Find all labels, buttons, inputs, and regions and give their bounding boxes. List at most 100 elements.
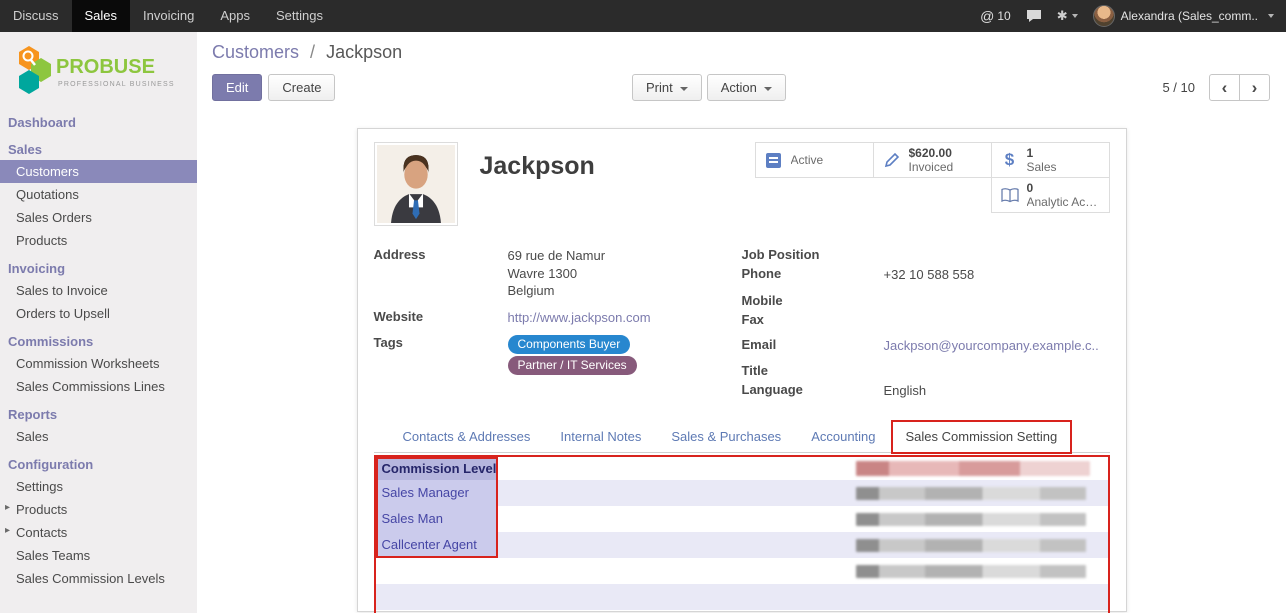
user-menu[interactable]: Alexandra (Sales_comm.. <box>1093 5 1274 27</box>
control-panel-buttons: Edit Create Print Action 5 / 10 ‹ › <box>212 74 1276 103</box>
email-link[interactable]: Jackpson@yourcompany.example.c.. <box>884 338 1099 353</box>
book-icon <box>998 188 1022 203</box>
messages-icon[interactable] <box>1026 9 1042 23</box>
stat-text: 1 Sales <box>1027 146 1057 175</box>
commission-level-cell <box>376 558 498 584</box>
user-name: Alexandra (Sales_comm.. <box>1121 9 1258 23</box>
address-city: Wavre 1300 <box>508 265 606 283</box>
menu-sales[interactable]: Sales <box>72 0 131 32</box>
menu-settings[interactable]: Settings <box>263 0 336 32</box>
breadcrumb: Customers / Jackpson <box>212 42 1276 63</box>
sidebar-item-products[interactable]: Products <box>0 229 197 252</box>
tab-sales-purchases[interactable]: Sales & Purchases <box>656 421 796 452</box>
customer-form-sheet: Jackpson Active $620.00 <box>357 128 1127 612</box>
pager-next-button[interactable]: › <box>1239 74 1270 101</box>
tab-sales-commission-setting[interactable]: Sales Commission Setting <box>891 420 1073 454</box>
app-menus: Discuss Sales Invoicing Apps Settings <box>0 0 336 32</box>
sidebar-section-sales[interactable]: Sales <box>0 138 197 160</box>
sidebar-item-config-products[interactable]: ▸ Products <box>0 498 197 521</box>
address-value: 69 rue de Namur Wavre 1300 Belgium <box>508 247 606 300</box>
sidebar-section-invoicing[interactable]: Invoicing <box>0 257 197 279</box>
tag-partner-it-services: Partner / IT Services <box>508 356 637 375</box>
create-button[interactable]: Create <box>268 74 335 101</box>
website-link[interactable]: http://www.jackpson.com <box>508 310 651 325</box>
stat-value: 1 <box>1027 146 1057 160</box>
phone-label: Phone <box>742 266 884 284</box>
menu-apps[interactable]: Apps <box>207 0 263 32</box>
analytic-accounts-stat-button[interactable]: 0 Analytic Acco... <box>991 177 1110 213</box>
action-label: Action <box>721 80 757 95</box>
menu-invoicing[interactable]: Invoicing <box>130 0 207 32</box>
fields-left-column: Address 69 rue de Namur Wavre 1300 Belgi… <box>374 247 734 403</box>
sidebar-item-sales-commission-levels[interactable]: Sales Commission Levels <box>0 567 197 590</box>
sidebar-item-settings[interactable]: Settings <box>0 475 197 498</box>
pager-value: 5 / 10 <box>1162 80 1195 95</box>
sidebar-section-dashboard[interactable]: Dashboard <box>0 111 197 133</box>
empty-cell <box>498 480 850 506</box>
action-dropdown-button[interactable]: Action <box>707 74 786 101</box>
sidebar-item-orders-to-upsell[interactable]: Orders to Upsell <box>0 302 197 325</box>
sidebar-section-commissions[interactable]: Commissions <box>0 330 197 352</box>
language-label: Language <box>742 382 884 400</box>
commission-row-callcenter-agent[interactable]: Callcenter Agent <box>376 532 1108 558</box>
tab-accounting[interactable]: Accounting <box>796 421 890 452</box>
breadcrumb-current: Jackpson <box>326 42 402 62</box>
redacted-column-header <box>850 457 1108 480</box>
commission-levels-table: Commission Level Sales Manager Sales Man <box>376 457 1108 613</box>
sidebar-item-sales-orders[interactable]: Sales Orders <box>0 206 197 229</box>
tab-contacts-addresses[interactable]: Contacts & Addresses <box>388 421 546 452</box>
stat-text: $620.00 Invoiced <box>909 146 954 175</box>
commission-row-sales-manager[interactable]: Sales Manager <box>376 480 1108 506</box>
commission-row-sales-man[interactable]: Sales Man <box>376 506 1108 532</box>
archive-icon <box>762 152 786 169</box>
menu-discuss[interactable]: Discuss <box>0 0 72 32</box>
sidebar-item-label: Contacts <box>16 525 67 540</box>
sidebar-item-config-contacts[interactable]: ▸ Contacts <box>0 521 197 544</box>
topbar-right: @ 10 ✱ Alexandra (Sales_comm.. <box>980 0 1286 32</box>
sidebar-item-sales-teams[interactable]: Sales Teams <box>0 544 197 567</box>
mentions-button[interactable]: @ 10 <box>980 8 1011 24</box>
redacted-block <box>856 461 1090 476</box>
sidebar-item-sales-to-invoice[interactable]: Sales to Invoice <box>0 279 197 302</box>
notebook-tabs: Contacts & Addresses Internal Notes Sale… <box>374 420 1110 453</box>
mobile-label: Mobile <box>742 293 884 309</box>
commission-level-column-header[interactable]: Commission Level <box>376 457 498 480</box>
sidebar: PROBUSE PROFESSIONAL BUSINESS Dashboard … <box>0 32 198 613</box>
commission-level-cell: Callcenter Agent <box>376 532 498 558</box>
company-logo[interactable]: PROBUSE PROFESSIONAL BUSINESS <box>0 32 197 109</box>
fax-label: Fax <box>742 312 884 328</box>
form-fields: Address 69 rue de Namur Wavre 1300 Belgi… <box>374 247 1110 403</box>
sidebar-item-commission-worksheets[interactable]: Commission Worksheets <box>0 352 197 375</box>
sheet-header: Jackpson Active $620.00 <box>374 142 1110 226</box>
sidebar-section-reports[interactable]: Reports <box>0 403 197 425</box>
pencil-icon <box>880 152 904 168</box>
empty-cell <box>498 506 850 532</box>
stat-label: Invoiced <box>909 160 954 174</box>
sidebar-item-sales-commissions-lines[interactable]: Sales Commissions Lines <box>0 375 197 398</box>
sidebar-section-configuration[interactable]: Configuration <box>0 453 197 475</box>
asterisk-glyph: ✱ <box>1057 8 1068 24</box>
commission-level-cell: Sales Man <box>376 506 498 532</box>
expand-caret-icon: ▸ <box>5 525 10 536</box>
redacted-value-cell <box>850 506 1108 532</box>
stat-value: 0 <box>1027 181 1103 195</box>
active-stat-button[interactable]: Active <box>755 142 874 178</box>
pager: 5 / 10 ‹ › <box>1162 74 1270 101</box>
user-avatar <box>1093 5 1115 27</box>
tab-internal-notes[interactable]: Internal Notes <box>545 421 656 452</box>
invoiced-stat-button[interactable]: $620.00 Invoiced <box>873 142 992 178</box>
commission-row-empty[interactable] <box>376 558 1108 584</box>
tags-label: Tags <box>374 335 508 377</box>
redacted-value-cell <box>850 532 1108 558</box>
breadcrumb-customers[interactable]: Customers <box>212 42 299 62</box>
empty-cell <box>498 584 850 610</box>
pager-previous-button[interactable]: ‹ <box>1209 74 1240 101</box>
edit-button[interactable]: Edit <box>212 74 262 101</box>
print-dropdown-button[interactable]: Print <box>632 74 702 101</box>
sidebar-item-quotations[interactable]: Quotations <box>0 183 197 206</box>
sales-stat-button[interactable]: $ 1 Sales <box>991 142 1110 178</box>
debug-icon[interactable]: ✱ <box>1057 8 1078 24</box>
sidebar-item-reports-sales[interactable]: Sales <box>0 425 197 448</box>
sidebar-item-customers[interactable]: Customers <box>0 160 197 183</box>
email-label: Email <box>742 337 884 355</box>
